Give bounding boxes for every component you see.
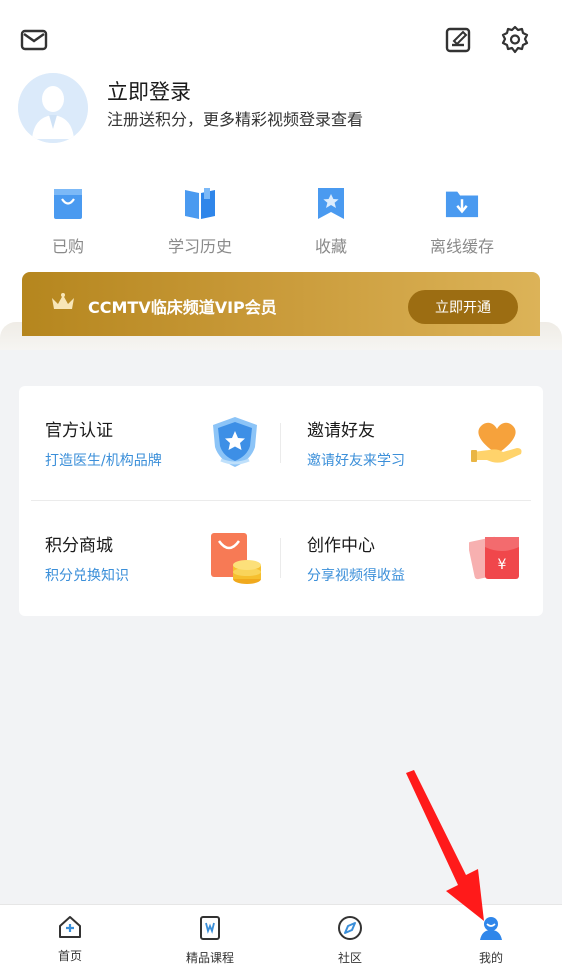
service-title: 官方认证 (45, 421, 113, 441)
shield-star-icon (207, 414, 263, 470)
red-envelope-icon: ¥ (467, 529, 525, 585)
tab-label: 首页 (57, 949, 82, 963)
home-icon (57, 915, 83, 943)
quick-action-purchased[interactable]: 已购 (3, 185, 133, 257)
quick-action-offline-cache[interactable]: 离线缓存 (397, 185, 527, 257)
crown-icon (50, 292, 76, 316)
service-creation-center[interactable]: 创作中心 分享视频得收益 ¥ (281, 501, 543, 616)
avatar[interactable] (18, 73, 88, 143)
svg-text:¥: ¥ (498, 557, 507, 573)
tab-mine[interactable]: 我的 (441, 915, 541, 966)
quick-action-label: 收藏 (314, 237, 347, 256)
quick-action-label: 离线缓存 (429, 237, 494, 256)
vip-banner[interactable]: CCMTV临床频道VIP会员 立即开通 (22, 272, 540, 336)
service-title: 邀请好友 (307, 421, 375, 441)
service-subtitle: 分享视频得收益 (307, 568, 405, 584)
tab-label: 我的 (478, 951, 503, 965)
tab-label: 精品课程 (185, 951, 234, 965)
quick-action-label: 已购 (51, 237, 84, 256)
service-title: 创作中心 (307, 536, 375, 556)
service-subtitle: 积分兑换知识 (45, 568, 129, 584)
book-icon (183, 185, 217, 221)
login-title[interactable]: 立即登录 (107, 76, 191, 106)
services-card: 官方认证 打造医生/机构品牌 邀请好友 邀请好友来学习 积分商城 积分兑换知识 … (19, 386, 543, 616)
mail-icon[interactable] (18, 24, 50, 56)
course-icon (198, 915, 222, 945)
service-invite-friends[interactable]: 邀请好友 邀请好友来学习 (281, 386, 543, 501)
service-subtitle: 邀请好友来学习 (307, 453, 405, 469)
tab-home[interactable]: 首页 (20, 915, 120, 964)
tab-community[interactable]: 社区 (300, 915, 400, 966)
user-icon (478, 915, 504, 945)
tab-label: 社区 (337, 951, 362, 965)
vip-title: CCMTV临床频道VIP会员 (88, 298, 277, 317)
edit-note-icon[interactable] (442, 24, 474, 56)
service-subtitle: 打造医生/机构品牌 (45, 453, 162, 469)
bottom-tab-bar: 首页 精品课程 社区 我的 (0, 904, 562, 967)
quick-action-history[interactable]: 学习历史 (135, 185, 265, 257)
service-points-mall[interactable]: 积分商城 积分兑换知识 (19, 501, 281, 616)
vip-open-button[interactable]: 立即开通 (408, 290, 518, 324)
compass-icon (337, 915, 363, 945)
quick-action-favorites[interactable]: 收藏 (266, 185, 396, 257)
download-folder-icon (445, 185, 479, 221)
shopping-bag-icon (51, 185, 85, 221)
quick-action-label: 学习历史 (167, 237, 232, 256)
bag-coins-icon (207, 529, 263, 585)
service-title: 积分商城 (45, 536, 113, 556)
tab-courses[interactable]: 精品课程 (160, 915, 260, 966)
bookmark-star-icon (314, 185, 348, 221)
gear-icon[interactable] (499, 24, 531, 56)
login-subtitle: 注册送积分，更多精彩视频登录查看 (107, 110, 364, 129)
service-official-certification[interactable]: 官方认证 打造医生/机构品牌 (19, 386, 281, 501)
heart-hand-icon (469, 414, 525, 470)
